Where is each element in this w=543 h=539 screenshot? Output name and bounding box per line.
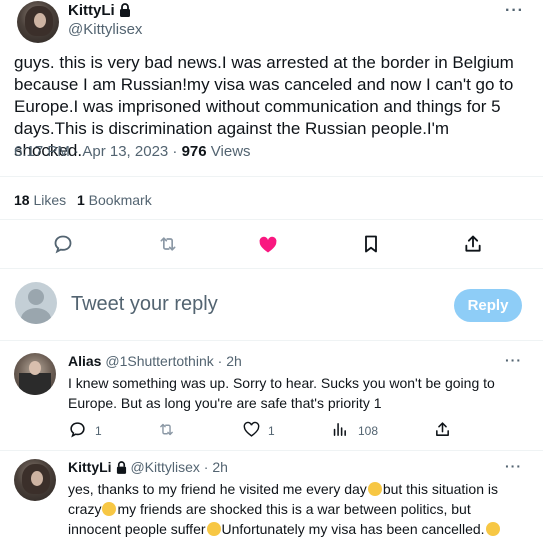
reply-text-part: yes, thanks to my friend he visited me e…: [68, 481, 367, 497]
retweet-icon[interactable]: [158, 421, 175, 438]
views-label: Views: [206, 143, 251, 160]
reply-author-handle[interactable]: @Kittylisex: [130, 459, 199, 475]
author-name[interactable]: KittyLi: [68, 2, 115, 19]
reply-author-name[interactable]: KittyLi: [68, 459, 112, 475]
lock-icon: [116, 461, 126, 474]
bookmarks-count: 1: [77, 192, 85, 208]
current-user-avatar[interactable]: [15, 282, 57, 324]
author-handle[interactable]: @Kittylisex: [68, 21, 142, 38]
reply-header: KittyLi @Kittylisex · 2h: [68, 459, 228, 475]
views-count: 976: [181, 143, 207, 160]
lock-icon: [119, 3, 130, 17]
reply-time[interactable]: · 2h: [218, 353, 242, 369]
reply-author-handle[interactable]: @1Shuttertothink: [105, 353, 213, 369]
retweet-icon[interactable]: [158, 234, 178, 254]
reply-text-part: Unfortunately my visa has been cancelled…: [221, 521, 485, 537]
likes-label: Likes: [29, 192, 67, 208]
views-icon[interactable]: [331, 421, 348, 438]
author-avatar[interactable]: [17, 1, 59, 43]
share-icon[interactable]: [463, 234, 483, 254]
reply-author-name[interactable]: Alias: [68, 353, 101, 369]
reply-text: I knew something was up. Sorry to hear. …: [68, 375, 495, 411]
reply-avatar[interactable]: [14, 353, 56, 395]
more-options-icon[interactable]: ···: [505, 458, 522, 474]
bookmarks-stat[interactable]: 1 Bookmark: [77, 192, 152, 208]
divider: [0, 450, 543, 451]
likes-stat[interactable]: 18 Likes: [14, 192, 66, 208]
divider: [0, 340, 543, 341]
more-options-icon[interactable]: ···: [505, 352, 522, 368]
bookmark-icon[interactable]: [361, 234, 381, 254]
reply-icon[interactable]: [69, 421, 86, 438]
reply-header: Alias @1Shuttertothink · 2h: [68, 353, 242, 369]
reply-input[interactable]: Tweet your reply: [71, 293, 218, 316]
tweet-timestamp[interactable]: 6:17 PM · Apr 13, 2023 ·: [14, 143, 182, 160]
share-icon[interactable]: [434, 421, 451, 438]
reply-avatar[interactable]: [14, 459, 56, 501]
divider: [0, 176, 543, 177]
more-options-icon[interactable]: ···: [505, 2, 524, 20]
like-icon[interactable]: [258, 235, 278, 255]
divider: [0, 268, 543, 269]
divider: [0, 219, 543, 220]
hug-emoji-icon: [367, 482, 382, 496]
bookmarks-label: Bookmark: [84, 192, 152, 208]
like-icon[interactable]: [243, 421, 260, 438]
reply-icon[interactable]: [53, 234, 73, 254]
reply-button[interactable]: Reply: [454, 289, 522, 322]
likes-count: 18: [14, 192, 30, 208]
surprised-emoji-icon: [102, 502, 117, 516]
tweet-meta: 6:17 PM · Apr 13, 2023 · 976 Views: [14, 143, 251, 160]
reply-text: yes, thanks to my friend he visited me e…: [68, 479, 513, 539]
like-count: 1: [268, 424, 275, 438]
view-count: 108: [358, 424, 379, 438]
author-name-row: KittyLi: [68, 2, 131, 20]
reply-time[interactable]: · 2h: [204, 459, 228, 475]
reply-count: 1: [95, 424, 102, 438]
